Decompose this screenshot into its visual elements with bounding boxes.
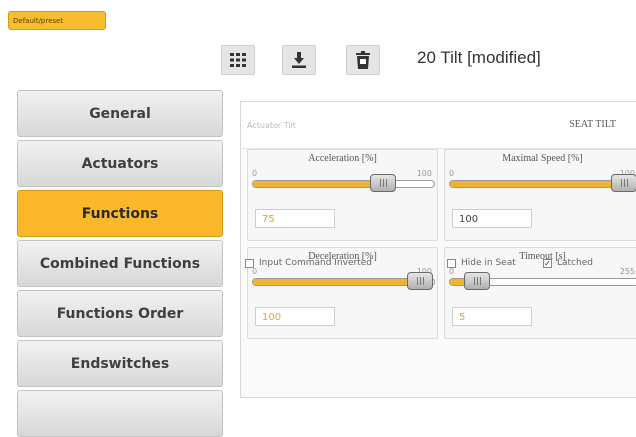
- delete-icon: [356, 51, 370, 69]
- download-button[interactable]: [282, 45, 316, 75]
- acceleration-max: 100: [416, 169, 432, 178]
- acceleration-slider[interactable]: [252, 180, 435, 188]
- max-speed-label: Maximal Speed [%]: [502, 153, 583, 164]
- deceleration-input[interactable]: 100: [255, 307, 335, 326]
- preset-title: 20 Tilt [modified]: [417, 48, 541, 67]
- deceleration-fill: [253, 279, 423, 285]
- max-speed-fill: [450, 181, 628, 187]
- actuator-row: Actuator Tilt SEAT TILT: [241, 102, 636, 149]
- input-inverted-checkbox[interactable]: Input Command Inverted: [245, 258, 372, 268]
- latched-checkbox[interactable]: ✓ Latched: [543, 258, 593, 268]
- deceleration-min: 0: [252, 267, 258, 276]
- download-icon: [292, 52, 306, 68]
- max-speed-slider[interactable]: [449, 180, 636, 188]
- acceleration-fill: [253, 181, 384, 187]
- nav-functions-order[interactable]: Functions Order: [17, 290, 223, 337]
- timeout-max: 255: [619, 267, 635, 276]
- function-settings-panel: Actuator Tilt SEAT TILT Acceleration [%]…: [240, 101, 636, 398]
- nav-actuators[interactable]: Actuators: [17, 140, 223, 187]
- checkbox-unchecked-icon: [245, 258, 254, 268]
- checkbox-checked-icon: ✓: [543, 258, 552, 268]
- max-speed-handle[interactable]: [611, 174, 636, 192]
- latched-label: Latched: [557, 258, 593, 268]
- acceleration-handle[interactable]: [370, 174, 396, 192]
- acceleration-min: 0: [252, 169, 258, 178]
- max-speed-group: Maximal Speed [%] 0 100 100: [444, 149, 636, 241]
- input-inverted-label: Input Command Inverted: [259, 258, 372, 268]
- max-speed-min: 0: [449, 169, 455, 178]
- nav-combined-functions[interactable]: Combined Functions: [17, 240, 223, 287]
- acceleration-group: Acceleration [%] 0 100 75: [247, 149, 438, 241]
- grid-button[interactable]: [221, 45, 255, 75]
- deceleration-handle[interactable]: [407, 272, 433, 290]
- max-speed-input[interactable]: 100: [452, 209, 532, 228]
- acceleration-label: Acceleration [%]: [308, 153, 377, 164]
- actuator-select[interactable]: SEAT TILT: [569, 119, 616, 130]
- acceleration-input[interactable]: 75: [255, 209, 335, 228]
- nav-functions[interactable]: Functions: [17, 190, 223, 237]
- delete-button[interactable]: [346, 45, 380, 75]
- nav-general[interactable]: General: [17, 90, 223, 137]
- preset-badge[interactable]: Default/preset: [8, 11, 106, 30]
- timeout-handle[interactable]: [464, 272, 490, 290]
- timeout-input[interactable]: 5: [452, 307, 532, 326]
- hide-in-seat-checkbox[interactable]: Hide in Seat: [447, 258, 516, 268]
- checkbox-unchecked-icon: [447, 258, 456, 268]
- actuator-label: Actuator Tilt: [247, 121, 296, 130]
- hide-in-seat-label: Hide in Seat: [461, 258, 516, 268]
- timeout-min: 0: [449, 267, 455, 276]
- nav-more[interactable]: [17, 390, 223, 437]
- nav-endswitches[interactable]: Endswitches: [17, 340, 223, 387]
- grid-icon: [230, 53, 246, 67]
